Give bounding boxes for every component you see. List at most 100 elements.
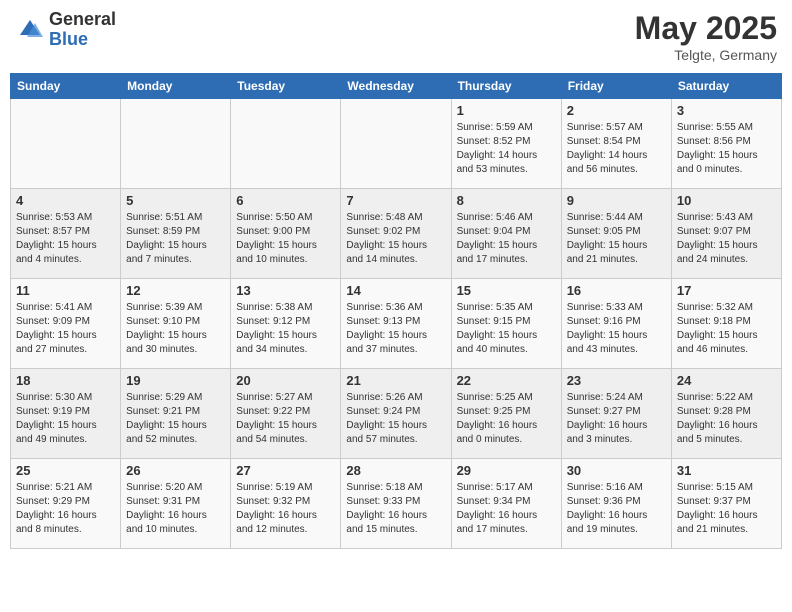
- day-number: 23: [567, 373, 666, 388]
- calendar-cell: 1Sunrise: 5:59 AM Sunset: 8:52 PM Daylig…: [451, 99, 561, 189]
- calendar-cell: 13Sunrise: 5:38 AM Sunset: 9:12 PM Dayli…: [231, 279, 341, 369]
- weekday-header-saturday: Saturday: [671, 74, 781, 99]
- calendar-week-3: 11Sunrise: 5:41 AM Sunset: 9:09 PM Dayli…: [11, 279, 782, 369]
- day-info: Sunrise: 5:33 AM Sunset: 9:16 PM Dayligh…: [567, 301, 666, 357]
- calendar-title: May 2025: [635, 10, 777, 47]
- calendar-cell: 16 Sunrise: 5:33 AM Sunset: 9:16 PM Dayli…: [561, 279, 671, 369]
- calendar-cell: 29Sunrise: 5:17 AM Sunset: 9:34 PM Dayli…: [451, 459, 561, 549]
- weekday-header-tuesday: Tuesday: [231, 74, 341, 99]
- day-number: 31: [677, 463, 776, 478]
- day-number: 27: [236, 463, 335, 478]
- calendar-cell: 11Sunrise: 5:41 AM Sunset: 9:09 PM Dayli…: [11, 279, 121, 369]
- day-info: Sunrise: 5:43 AM Sunset: 9:07 PM Dayligh…: [677, 211, 776, 267]
- calendar-week-2: 4 Sunrise: 5:53 AM Sunset: 8:57 PM Daylig…: [11, 189, 782, 279]
- weekday-header-monday: Monday: [121, 74, 231, 99]
- calendar-location: Telgte, Germany: [635, 47, 777, 63]
- day-number: 28: [346, 463, 445, 478]
- day-info: Sunrise: 5:46 AM Sunset: 9:04 PM Dayligh…: [457, 211, 556, 267]
- calendar-week-1: 1Sunrise: 5:59 AM Sunset: 8:52 PM Daylig…: [11, 99, 782, 189]
- logo-icon: [15, 15, 45, 45]
- day-info: Sunrise: 5:29 AM Sunset: 9:21 PM Dayligh…: [126, 391, 225, 447]
- day-number: 5: [126, 193, 225, 208]
- title-block: May 2025 Telgte, Germany: [635, 10, 777, 63]
- weekday-header-friday: Friday: [561, 74, 671, 99]
- day-number: 4: [16, 193, 115, 208]
- day-info: Sunrise: 5:50 AM Sunset: 9:00 PM Dayligh…: [236, 211, 335, 267]
- calendar-cell: 31Sunrise: 5:15 AM Sunset: 9:37 PM Dayli…: [671, 459, 781, 549]
- day-info: Sunrise: 5:32 AM Sunset: 9:18 PM Dayligh…: [677, 301, 776, 357]
- calendar-cell: 23 Sunrise: 5:24 AM Sunset: 9:27 PM Dayli…: [561, 369, 671, 459]
- day-number: 16: [567, 283, 666, 298]
- day-number: 8: [457, 193, 556, 208]
- day-number: 15: [457, 283, 556, 298]
- logo: General Blue: [15, 10, 116, 50]
- calendar-cell: [11, 99, 121, 189]
- calendar-cell: 2Sunrise: 5:57 AM Sunset: 8:54 PM Daylig…: [561, 99, 671, 189]
- day-number: 6: [236, 193, 335, 208]
- calendar-cell: 15 Sunrise: 5:35 AM Sunset: 9:15 PM Dayli…: [451, 279, 561, 369]
- day-number: 25: [16, 463, 115, 478]
- calendar-cell: 4 Sunrise: 5:53 AM Sunset: 8:57 PM Daylig…: [11, 189, 121, 279]
- calendar-cell: 3Sunrise: 5:55 AM Sunset: 8:56 PM Daylig…: [671, 99, 781, 189]
- weekday-header-wednesday: Wednesday: [341, 74, 451, 99]
- day-info: Sunrise: 5:20 AM Sunset: 9:31 PM Dayligh…: [126, 481, 225, 537]
- day-number: 19: [126, 373, 225, 388]
- day-info: Sunrise: 5:36 AM Sunset: 9:13 PM Dayligh…: [346, 301, 445, 357]
- calendar-cell: 21 Sunrise: 5:26 AM Sunset: 9:24 PM Dayli…: [341, 369, 451, 459]
- calendar-cell: 20Sunrise: 5:27 AM Sunset: 9:22 PM Dayli…: [231, 369, 341, 459]
- day-number: 17: [677, 283, 776, 298]
- day-info: Sunrise: 5:26 AM Sunset: 9:24 PM Dayligh…: [346, 391, 445, 447]
- page-header: General Blue May 2025 Telgte, Germany: [10, 10, 782, 63]
- calendar-table: SundayMondayTuesdayWednesdayThursdayFrid…: [10, 73, 782, 549]
- day-number: 24: [677, 373, 776, 388]
- weekday-header-thursday: Thursday: [451, 74, 561, 99]
- day-info: Sunrise: 5:24 AM Sunset: 9:27 PM Dayligh…: [567, 391, 666, 447]
- day-info: Sunrise: 5:48 AM Sunset: 9:02 PM Dayligh…: [346, 211, 445, 267]
- calendar-week-4: 18Sunrise: 5:30 AM Sunset: 9:19 PM Dayli…: [11, 369, 782, 459]
- logo-blue-text: Blue: [49, 30, 116, 50]
- day-number: 21: [346, 373, 445, 388]
- calendar-cell: [121, 99, 231, 189]
- calendar-cell: 7 Sunrise: 5:48 AM Sunset: 9:02 PM Daylig…: [341, 189, 451, 279]
- calendar-cell: 5Sunrise: 5:51 AM Sunset: 8:59 PM Daylig…: [121, 189, 231, 279]
- day-number: 30: [567, 463, 666, 478]
- day-info: Sunrise: 5:18 AM Sunset: 9:33 PM Dayligh…: [346, 481, 445, 537]
- day-info: Sunrise: 5:35 AM Sunset: 9:15 PM Dayligh…: [457, 301, 556, 357]
- calendar-cell: 12 Sunrise: 5:39 AM Sunset: 9:10 PM Dayli…: [121, 279, 231, 369]
- day-info: Sunrise: 5:53 AM Sunset: 8:57 PM Dayligh…: [16, 211, 115, 267]
- day-number: 12: [126, 283, 225, 298]
- calendar-header-row: SundayMondayTuesdayWednesdayThursdayFrid…: [11, 74, 782, 99]
- calendar-cell: [341, 99, 451, 189]
- logo-text: General Blue: [49, 10, 116, 50]
- day-number: 14: [346, 283, 445, 298]
- calendar-cell: 17 Sunrise: 5:32 AM Sunset: 9:18 PM Dayli…: [671, 279, 781, 369]
- calendar-cell: 24 Sunrise: 5:22 AM Sunset: 9:28 PM Dayli…: [671, 369, 781, 459]
- day-number: 26: [126, 463, 225, 478]
- calendar-cell: 26 Sunrise: 5:20 AM Sunset: 9:31 PM Dayli…: [121, 459, 231, 549]
- calendar-cell: [231, 99, 341, 189]
- calendar-cell: 8 Sunrise: 5:46 AM Sunset: 9:04 PM Daylig…: [451, 189, 561, 279]
- day-info: Sunrise: 5:39 AM Sunset: 9:10 PM Dayligh…: [126, 301, 225, 357]
- day-info: Sunrise: 5:55 AM Sunset: 8:56 PM Dayligh…: [677, 121, 776, 177]
- day-info: Sunrise: 5:19 AM Sunset: 9:32 PM Dayligh…: [236, 481, 335, 537]
- day-info: Sunrise: 5:44 AM Sunset: 9:05 PM Dayligh…: [567, 211, 666, 267]
- day-info: Sunrise: 5:21 AM Sunset: 9:29 PM Dayligh…: [16, 481, 115, 537]
- calendar-cell: 19 Sunrise: 5:29 AM Sunset: 9:21 PM Dayli…: [121, 369, 231, 459]
- day-info: Sunrise: 5:25 AM Sunset: 9:25 PM Dayligh…: [457, 391, 556, 447]
- day-number: 18: [16, 373, 115, 388]
- calendar-cell: 14 Sunrise: 5:36 AM Sunset: 9:13 PM Dayli…: [341, 279, 451, 369]
- calendar-cell: 9 Sunrise: 5:44 AM Sunset: 9:05 PM Daylig…: [561, 189, 671, 279]
- day-number: 29: [457, 463, 556, 478]
- calendar-cell: 6 Sunrise: 5:50 AM Sunset: 9:00 PM Daylig…: [231, 189, 341, 279]
- day-info: Sunrise: 5:27 AM Sunset: 9:22 PM Dayligh…: [236, 391, 335, 447]
- calendar-cell: 10Sunrise: 5:43 AM Sunset: 9:07 PM Dayli…: [671, 189, 781, 279]
- day-number: 11: [16, 283, 115, 298]
- logo-general-text: General: [49, 10, 116, 30]
- day-number: 1: [457, 103, 556, 118]
- calendar-cell: 28 Sunrise: 5:18 AM Sunset: 9:33 PM Dayli…: [341, 459, 451, 549]
- day-info: Sunrise: 5:38 AM Sunset: 9:12 PM Dayligh…: [236, 301, 335, 357]
- day-number: 7: [346, 193, 445, 208]
- day-info: Sunrise: 5:57 AM Sunset: 8:54 PM Dayligh…: [567, 121, 666, 177]
- day-info: Sunrise: 5:22 AM Sunset: 9:28 PM Dayligh…: [677, 391, 776, 447]
- day-number: 9: [567, 193, 666, 208]
